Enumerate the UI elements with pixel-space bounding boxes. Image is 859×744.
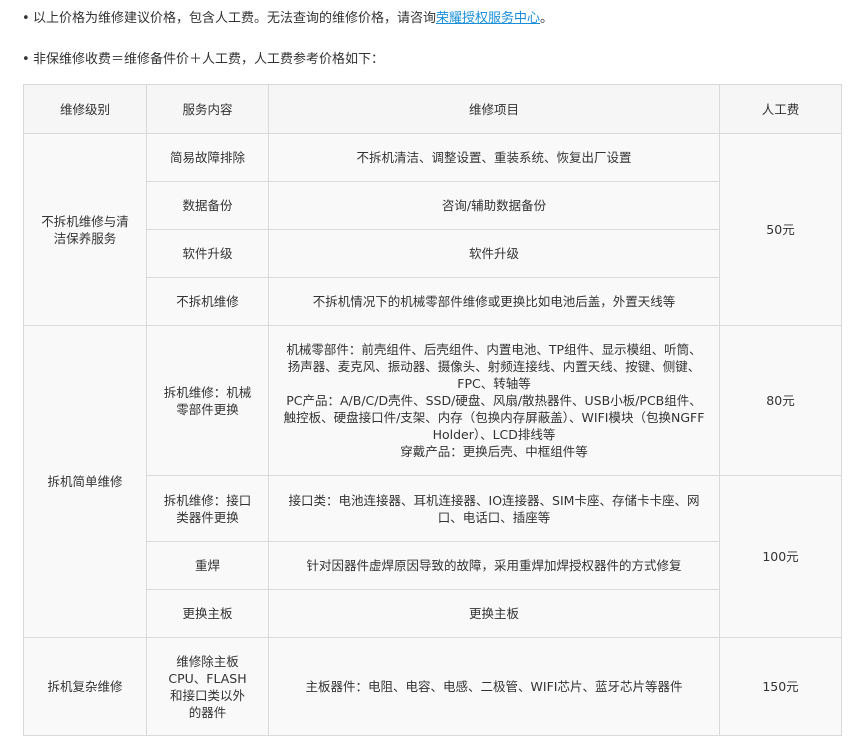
items-cell: 机械零部件：前壳组件、后壳组件、内置电池、TP组件、显示模组、听筒、扬声器、麦克…: [268, 325, 720, 476]
items-cell: 更换主板: [268, 589, 720, 638]
header-items: 维修项目: [268, 84, 720, 134]
level-cell: 拆机简单维修: [23, 325, 147, 638]
note-text-1: 以上价格为维修建议价格，包含人工费。无法查询的维修价格，请咨询: [33, 11, 437, 26]
bullet-dot: •: [22, 52, 30, 67]
table-row: 重焊 针对因器件虚焊原因导致的故障，采用重焊加焊授权器件的方式修复: [24, 541, 842, 590]
service-cell: 数据备份: [146, 181, 269, 230]
table-row: 拆机复杂维修 维修除主板CPU、FLASH和接口类以外的器件 主板器件：电阻、电…: [23, 637, 842, 736]
items-line-pc: PC产品：A/B/C/D壳件、SSD/硬盘、风扇/散热器件、USB小板/PCB组…: [283, 393, 705, 442]
items-cell: 主板器件：电阻、电容、电感、二极管、WIFI芯片、蓝牙芯片等器件: [268, 637, 720, 736]
items-cell: 针对因器件虚焊原因导致的故障，采用重焊加焊授权器件的方式修复: [268, 541, 720, 590]
note-text-1-suffix: 。: [540, 11, 554, 26]
authorized-service-center-link[interactable]: 荣耀授权服务中心: [436, 11, 540, 26]
fee-cell: 80元: [719, 325, 842, 476]
service-cell: 拆机维修：机械零部件更换: [146, 325, 269, 476]
note-text-2: 非保维修收费＝维修备件价＋人工费，人工费参考价格如下：: [33, 52, 385, 67]
items-line-wearable: 穿戴产品：更换后壳、中框组件等: [400, 444, 588, 459]
items-cell: 咨询/辅助数据备份: [268, 181, 720, 230]
level-cell: 拆机复杂维修: [23, 637, 147, 736]
service-cell: 不拆机维修: [146, 277, 269, 326]
service-cell: 拆机维修：接口类器件更换: [146, 475, 269, 542]
table-row: 数据备份 咨询/辅助数据备份: [24, 181, 842, 230]
bullet-dot: •: [22, 11, 30, 26]
service-cell: 维修除主板CPU、FLASH和接口类以外的器件: [146, 637, 269, 736]
header-level: 维修级别: [23, 84, 147, 134]
items-line-mechanical: 机械零部件：前壳组件、后壳组件、内置电池、TP组件、显示模组、听筒、扬声器、麦克…: [286, 342, 702, 391]
service-cell: 更换主板: [146, 589, 269, 638]
service-cell: 软件升级: [146, 229, 269, 278]
labor-fee-table: 维修级别 服务内容 维修项目 人工费 不拆机维修与清洁保养服务 简易故障排除 不…: [23, 84, 842, 736]
table-row: 拆机维修：接口类器件更换 接口类：电池连接器、耳机连接器、IO连接器、SIM卡座…: [24, 475, 842, 638]
fee-cell: 50元: [719, 133, 842, 326]
table-row: 不拆机维修与清洁保养服务 简易故障排除 不拆机清洁、调整设置、重装系统、恢复出厂…: [23, 133, 842, 326]
table-row: 更换主板 更换主板: [24, 589, 842, 638]
header-service: 服务内容: [146, 84, 269, 134]
items-cell: 软件升级: [268, 229, 720, 278]
items-cell: 不拆机情况下的机械零部件维修或更换比如电池后盖，外置天线等: [268, 277, 720, 326]
header-fee: 人工费: [719, 84, 842, 134]
fee-cell: 100元: [719, 475, 842, 638]
service-cell: 简易故障排除: [146, 133, 269, 182]
note-line-2: • 非保维修收费＝维修备件价＋人工费，人工费参考价格如下：: [22, 51, 384, 69]
table-header-row: 维修级别 服务内容 维修项目 人工费: [23, 84, 842, 134]
items-cell: 接口类：电池连接器、耳机连接器、IO连接器、SIM卡座、存储卡卡座、网口、电话口…: [268, 475, 720, 542]
level-cell: 不拆机维修与清洁保养服务: [23, 133, 147, 326]
service-cell: 重焊: [146, 541, 269, 590]
table-row: 拆机简单维修 拆机维修：机械零部件更换 机械零部件：前壳组件、后壳组件、内置电池…: [23, 325, 842, 638]
table-row: 软件升级 软件升级: [24, 229, 842, 278]
table-row: 不拆机维修 不拆机情况下的机械零部件维修或更换比如电池后盖，外置天线等: [24, 277, 842, 326]
note-line-1: • 以上价格为维修建议价格，包含人工费。无法查询的维修价格，请咨询荣耀授权服务中心…: [22, 10, 553, 28]
fee-cell: 150元: [719, 637, 842, 736]
items-cell: 不拆机清洁、调整设置、重装系统、恢复出厂设置: [268, 133, 720, 182]
